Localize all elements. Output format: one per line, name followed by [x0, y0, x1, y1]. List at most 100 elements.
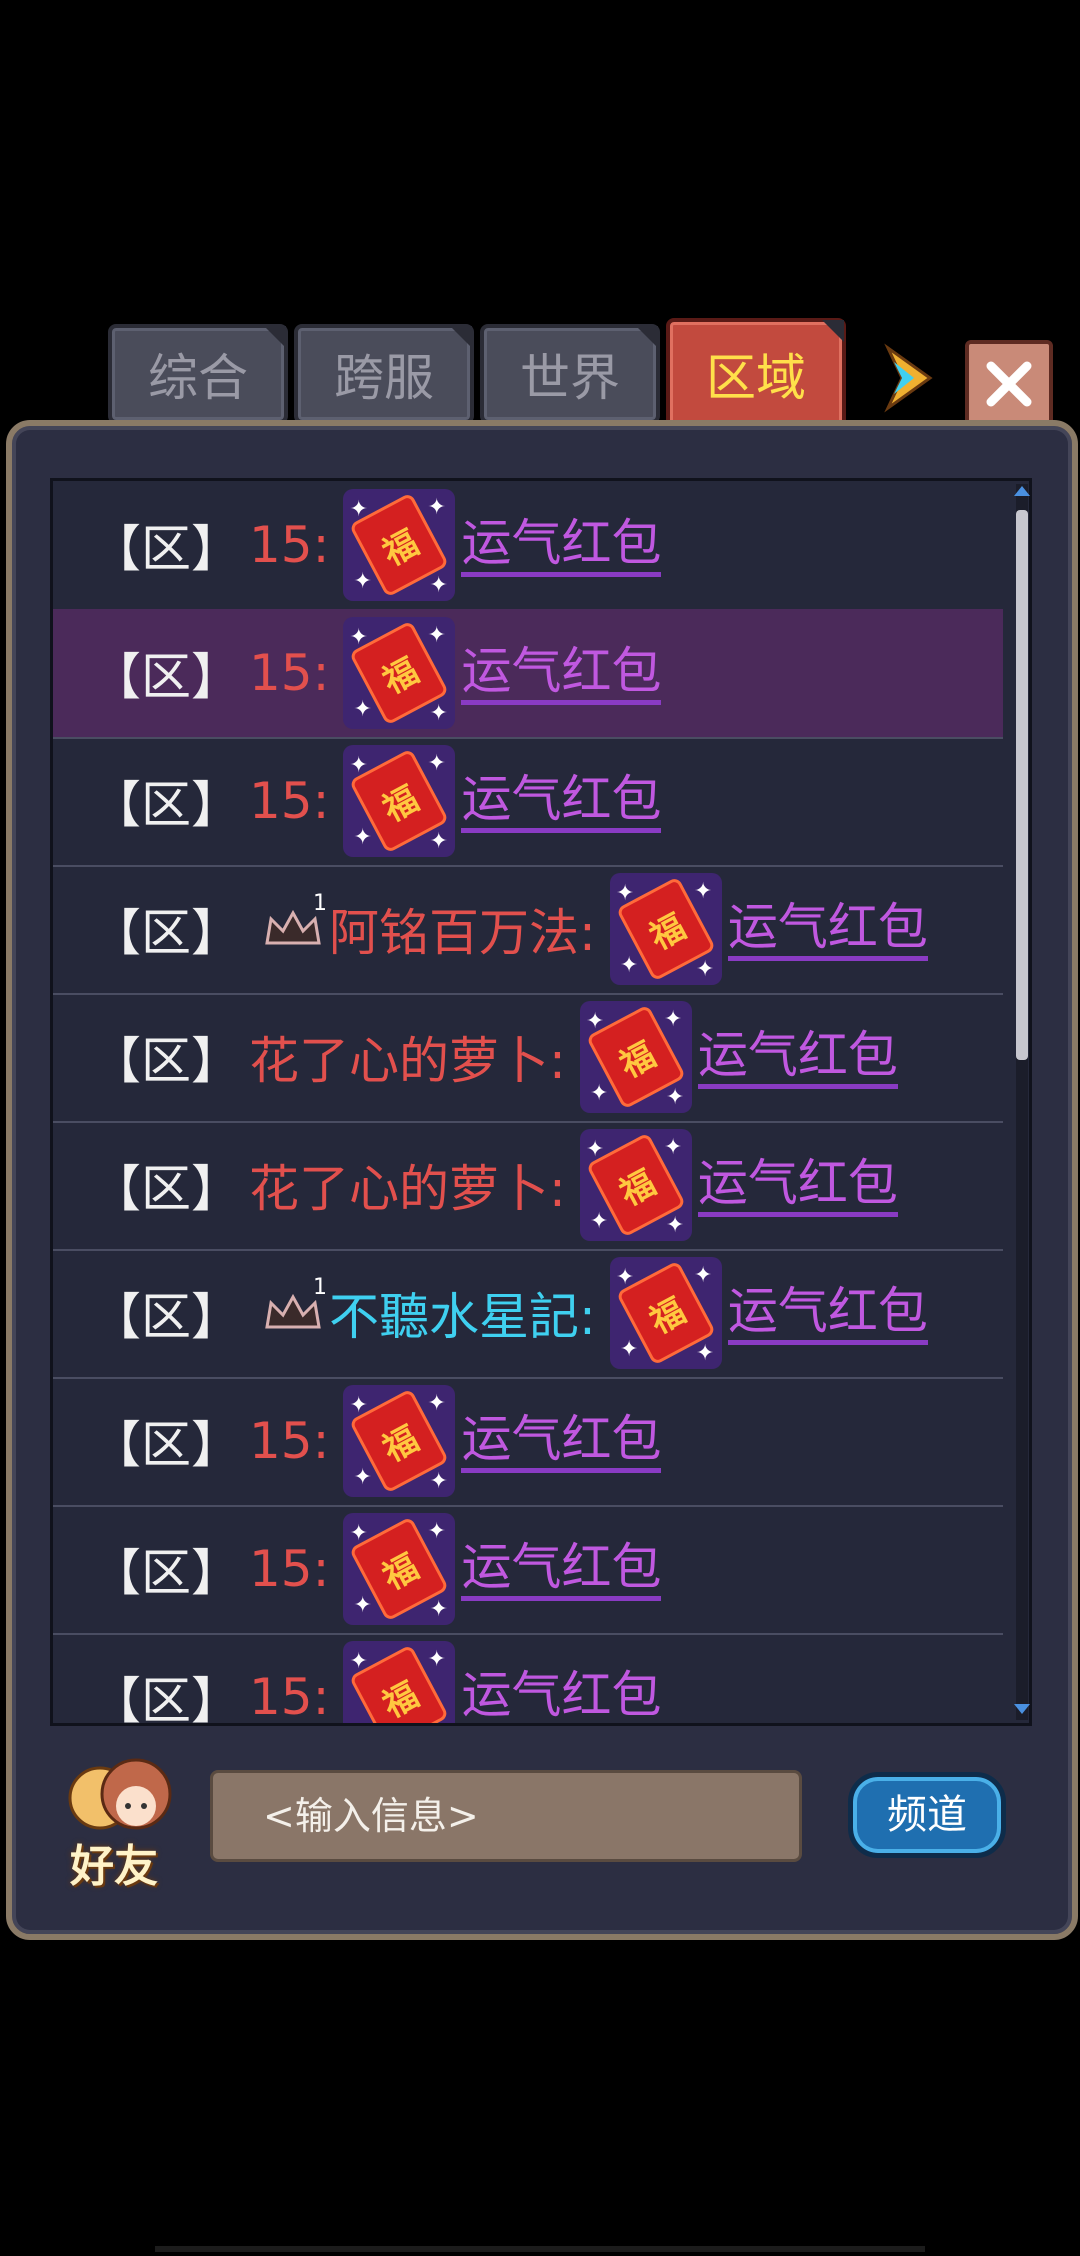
red-packet-link[interactable]: 运气红包: [461, 770, 662, 833]
channel-tag: 【区】: [91, 1672, 241, 1726]
close-button[interactable]: [965, 340, 1053, 428]
red-packet-link[interactable]: 运气红包: [461, 1666, 661, 1724]
sparkle-icon: ✦: [427, 1519, 446, 1544]
chat-message-row[interactable]: 【区】 花了心的萝卜: 福 ✦ ✦ ✦ ✦ 运气红包: [53, 993, 1003, 1123]
channel-tag: 【区】: [91, 1032, 241, 1090]
tab-cross-server[interactable]: 跨服: [294, 324, 474, 424]
sparkle-icon: ✦: [615, 1265, 635, 1290]
sparkle-icon: ✦: [349, 753, 368, 778]
red-packet-icon[interactable]: 福✦✦✦✦: [609, 873, 722, 985]
red-packet-link[interactable]: 运气红包: [697, 1154, 898, 1217]
tab-general[interactable]: 综合: [108, 324, 288, 424]
sparkle-icon: ✦: [589, 1209, 609, 1234]
red-packet-link[interactable]: 运气红包: [727, 898, 928, 961]
sparkle-icon: ✦: [695, 1341, 715, 1366]
channel-tag: 【区】: [91, 904, 241, 962]
friends-label: 好友: [70, 1841, 158, 1892]
sparkle-icon: ✦: [429, 1597, 448, 1622]
sparkle-icon: ✦: [349, 1521, 368, 1546]
sender-name[interactable]: 15:: [249, 1668, 329, 1723]
sparkle-icon: ✦: [619, 953, 639, 978]
chat-message-row[interactable]: 【区】15:福✦✦✦✦运气红包: [53, 481, 1003, 611]
red-packet-icon[interactable]: 福✦✦✦✦: [343, 1385, 456, 1497]
red-packet-link[interactable]: 运气红包: [727, 1282, 928, 1345]
sparkle-icon: ✦: [429, 573, 448, 598]
crown-level: 1: [313, 1275, 327, 1300]
sparkle-icon: ✦: [429, 1725, 447, 1726]
sender-name[interactable]: 花了心的萝卜:: [249, 1021, 566, 1093]
channel-button[interactable]: 频道: [848, 1772, 1006, 1858]
red-packet-icon[interactable]: 福✦✦✦✦: [579, 1129, 692, 1241]
crown-icon: 1: [261, 891, 327, 953]
chat-message-row[interactable]: 【区】15:福✦✦✦✦运气红包: [53, 609, 1003, 739]
sparkle-icon: ✦: [663, 1007, 683, 1032]
red-packet-link[interactable]: 运气红包: [461, 514, 662, 577]
sender-name[interactable]: 阿铭百万法:: [329, 893, 596, 965]
sparkle-icon: ✦: [427, 751, 446, 776]
scroll-down-icon[interactable]: [1014, 1704, 1030, 1714]
sparkle-icon: ✦: [353, 1465, 372, 1490]
red-packet-icon[interactable]: 福✦✦✦✦: [343, 745, 456, 857]
sender-name[interactable]: 15:: [249, 1540, 329, 1598]
sender-name[interactable]: 15:: [249, 516, 329, 574]
sparkle-icon: ✦: [663, 1135, 683, 1160]
red-packet-icon[interactable]: 福✦✦✦✦: [343, 617, 456, 729]
channel-tabs: 综合 跨服 世界 区域: [108, 318, 1008, 430]
red-packet-icon[interactable]: 福✦✦✦✦: [343, 1641, 456, 1726]
chat-message-row[interactable]: 【区】15:福✦✦✦✦运气红包: [53, 737, 1003, 867]
sparkle-icon: ✦: [427, 623, 446, 648]
red-packet-icon[interactable]: 福✦✦✦✦: [609, 1257, 722, 1369]
chat-scrollbar[interactable]: [1016, 484, 1028, 1720]
sender-name[interactable]: 15:: [249, 644, 329, 702]
sparkle-icon: ✦: [349, 1393, 368, 1418]
channel-tag: 【区】: [91, 1544, 241, 1602]
sparkle-icon: ✦: [427, 1647, 446, 1672]
sparkle-icon: ✦: [589, 1081, 609, 1106]
chat-message-row[interactable]: 【区】15:福✦✦✦✦运气红包: [53, 1505, 1003, 1635]
tab-region[interactable]: 区域: [666, 318, 846, 430]
sparkle-icon: ✦: [349, 625, 368, 650]
sender-name[interactable]: 15:: [249, 1412, 329, 1470]
sparkle-icon: ✦: [665, 1213, 685, 1238]
channel-tag: 【区】: [91, 1416, 241, 1474]
sparkle-icon: ✦: [693, 879, 713, 904]
sparkle-icon: ✦: [619, 1337, 639, 1362]
tab-world[interactable]: 世界: [480, 324, 660, 424]
channel-tag: 【区】: [91, 1160, 241, 1218]
red-packet-link[interactable]: 运气红包: [461, 1410, 662, 1473]
red-packet-link[interactable]: 运气红包: [697, 1026, 898, 1089]
red-packet-icon[interactable]: 福✦✦✦✦: [343, 489, 456, 601]
sparkle-icon: ✦: [429, 829, 448, 854]
home-indicator: [155, 2246, 925, 2252]
red-packet-icon[interactable]: 福✦✦✦✦: [579, 1001, 692, 1113]
sparkle-icon: ✦: [427, 495, 446, 520]
sparkle-icon: ✦: [349, 497, 368, 522]
sparkle-icon: ✦: [695, 957, 715, 982]
expand-arrow-icon[interactable]: [880, 338, 940, 418]
scroll-up-icon[interactable]: [1014, 486, 1030, 496]
sparkle-icon: ✦: [353, 569, 372, 594]
sender-name[interactable]: 15:: [249, 772, 329, 830]
sparkle-icon: ✦: [665, 1085, 685, 1110]
red-packet-icon[interactable]: 福✦✦✦✦: [343, 1513, 456, 1625]
chat-message-row[interactable]: 【区】 1 不聽水星記: 福 ✦ ✦ ✦ ✦ 运气红包: [53, 1249, 1003, 1379]
sparkle-icon: ✦: [353, 1593, 372, 1618]
channel-tag: 【区】: [91, 776, 241, 834]
chat-message-row[interactable]: 【区】15:福✦✦✦✦运气红包: [53, 1633, 1003, 1726]
sparkle-icon: ✦: [585, 1009, 605, 1034]
sender-name[interactable]: 花了心的萝卜:: [249, 1149, 566, 1221]
sparkle-icon: ✦: [353, 1721, 371, 1723]
channel-tag: 【区】: [91, 1288, 241, 1346]
chat-message-row[interactable]: 【区】 1 阿铭百万法: 福 ✦ ✦ ✦ ✦ 运气红包: [53, 865, 1003, 995]
sparkle-icon: ✦: [693, 1263, 713, 1288]
sparkle-icon: ✦: [353, 697, 372, 722]
chat-message-row[interactable]: 【区】15:福✦✦✦✦运气红包: [53, 1377, 1003, 1507]
message-input[interactable]: <输入信息>: [210, 1770, 802, 1862]
scrollbar-thumb[interactable]: [1016, 510, 1028, 1060]
chat-message-row[interactable]: 【区】 花了心的萝卜: 福 ✦ ✦ ✦ ✦ 运气红包: [53, 1121, 1003, 1251]
red-packet-link[interactable]: 运气红包: [461, 642, 662, 705]
red-packet-link[interactable]: 运气红包: [461, 1538, 662, 1601]
sender-name[interactable]: 不聽水星記:: [329, 1277, 596, 1349]
chat-message-list[interactable]: 【区】 15: 福 ✦ ✦ ✦ ✦ 运气红包 【区】 15: 福 ✦ ✦ ✦ ✦ 运气红包 【区】 15: 福 ✦ ✦ ✦…: [50, 478, 1032, 1726]
channel-tag: 【区】: [91, 520, 241, 578]
